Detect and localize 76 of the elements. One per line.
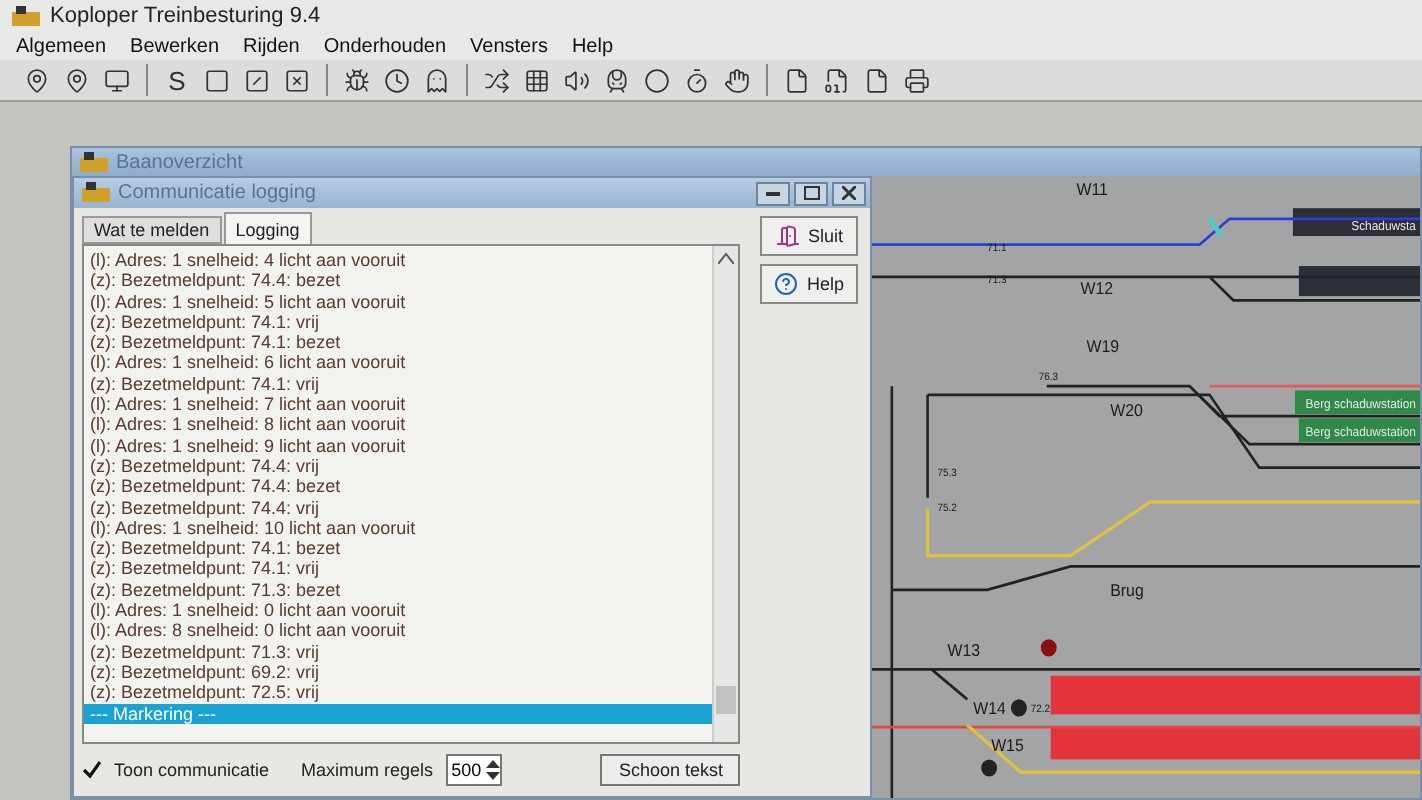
clear-text-button[interactable]: Schoon tekst: [600, 754, 741, 786]
log-line[interactable]: (z): Bezetmeldpunt: 74.4: vrij: [84, 497, 713, 518]
log-line[interactable]: (z): Bezetmeldpunt: 69.2: vrij: [84, 661, 713, 683]
menu-item[interactable]: Bewerken: [130, 35, 219, 57]
track-label: W15: [991, 736, 1024, 755]
maximize-button[interactable]: [794, 181, 828, 205]
menu-item[interactable]: Help: [571, 35, 614, 57]
menu-item[interactable]: Rijden: [243, 35, 300, 57]
scrollbar[interactable]: [712, 246, 739, 742]
track-label: Brug: [1110, 581, 1144, 601]
field-label: Maximum regels: [301, 760, 434, 780]
track-label: W20: [1110, 401, 1143, 421]
log-line[interactable]: (z): Bezetmeldpunt: 74.4: bezet: [84, 476, 713, 498]
maximize-icon: [803, 186, 819, 200]
app-logo-icon: [80, 151, 108, 173]
dot-icon[interactable]: [640, 63, 674, 97]
window-title: Baanoverzicht: [116, 151, 243, 173]
log-line[interactable]: (z): Bezetmeldpunt: 74.1: vrij: [84, 373, 713, 395]
log-line[interactable]: (z): Bezetmeldpunt: 74.4: bezet: [84, 270, 713, 292]
track-block[interactable]: [1050, 727, 1420, 760]
scroll-up-icon[interactable]: [718, 252, 735, 264]
window-title: Koploper Treinbesturing 9.4: [50, 4, 321, 28]
log-line[interactable]: (l): Adres: 1 snelheid: 8 licht aan vooruit: [84, 414, 713, 436]
track-block[interactable]: [1050, 675, 1420, 715]
tab[interactable]: Logging: [223, 212, 312, 244]
app-logo-icon: [12, 5, 40, 27]
log-line[interactable]: (l): Adres: 1 snelheid: 4 licht aan vooruit: [84, 250, 713, 271]
signal-icon[interactable]: [1011, 699, 1027, 717]
printer-icon[interactable]: [900, 63, 934, 97]
minimize-button[interactable]: [756, 181, 790, 205]
log-line[interactable]: (z): Bezetmeldpunt: 74.1: vrij: [84, 311, 713, 333]
close-button[interactable]: Sluit: [760, 216, 858, 256]
help-icon: [774, 272, 799, 296]
log-line[interactable]: (l): Adres: 1 snelheid: 5 licht aan vooruit: [84, 291, 713, 312]
log-line[interactable]: (z): Bezetmeldpunt: 74.1: vrij: [84, 558, 713, 580]
track-label: W13: [947, 641, 981, 661]
log-line[interactable]: (l): Adres: 1 snelheid: 6 licht aan vooruit: [84, 352, 713, 374]
close-icon: [842, 186, 856, 200]
door-icon: [775, 224, 800, 248]
track-label: W14: [973, 699, 1006, 719]
menu-item[interactable]: Onderhouden: [323, 35, 447, 57]
menu-item[interactable]: Algemeen: [16, 35, 107, 57]
close-button[interactable]: [832, 181, 866, 205]
checkbox-label: Toon communicatie: [114, 760, 270, 780]
hand-icon[interactable]: [720, 63, 754, 97]
toolbar-button[interactable]: S: [160, 63, 194, 97]
clock-icon[interactable]: [380, 63, 414, 97]
track-label: W12: [1080, 279, 1114, 299]
dialog-title: Communicatie logging: [118, 182, 316, 204]
track-label: W11: [1076, 180, 1108, 200]
signal-icon[interactable]: [1040, 639, 1057, 657]
help-button[interactable]: Help: [760, 264, 858, 304]
log-line[interactable]: (l): Adres: 1 snelheid: 0 licht aan vooruit: [84, 600, 713, 621]
tab[interactable]: Wat te melden: [82, 216, 222, 244]
scroll-thumb[interactable]: [716, 686, 737, 714]
log-line[interactable]: (l): Adres: 1 snelheid: 9 licht aan vooruit: [84, 435, 713, 456]
checkbox[interactable]: [82, 760, 102, 780]
spin-field[interactable]: 500: [445, 754, 502, 786]
log-line[interactable]: (l): Adres: 1 snelheid: 10 licht aan vooruit: [84, 517, 713, 539]
track-label: W19: [1086, 337, 1120, 357]
spin-arrows-icon[interactable]: [485, 760, 500, 780]
log-line[interactable]: (z): Bezetmeldpunt: 74.1: bezet: [84, 538, 713, 559]
menu-item[interactable]: Vensters: [470, 35, 548, 57]
bug-icon[interactable]: [340, 63, 374, 97]
log-line[interactable]: (z): Bezetmeldpunt: 71.3: vrij: [84, 641, 713, 662]
log-line[interactable]: (z): Bezetmeldpunt: 71.3: bezet: [84, 579, 713, 601]
signal-icon[interactable]: [981, 759, 998, 777]
app-logo-icon: [82, 182, 110, 204]
shuffle-icon[interactable]: [480, 63, 514, 97]
log-line[interactable]: (l): Adres: 1 snelheid: 7 licht aan vooruit: [84, 394, 713, 415]
minimize-icon: [766, 191, 780, 195]
track-block[interactable]: [1298, 266, 1420, 297]
log-line[interactable]: (z): Bezetmeldpunt: 72.5: vrij: [84, 682, 713, 704]
log-line[interactable]: (z): Bezetmeldpunt: 74.4: vrij: [84, 455, 713, 477]
log-line[interactable]: (l): Adres: 8 snelheid: 0 licht aan vooruit: [84, 620, 713, 642]
log-line[interactable]: (z): Bezetmeldpunt: 74.1: bezet: [84, 332, 713, 353]
